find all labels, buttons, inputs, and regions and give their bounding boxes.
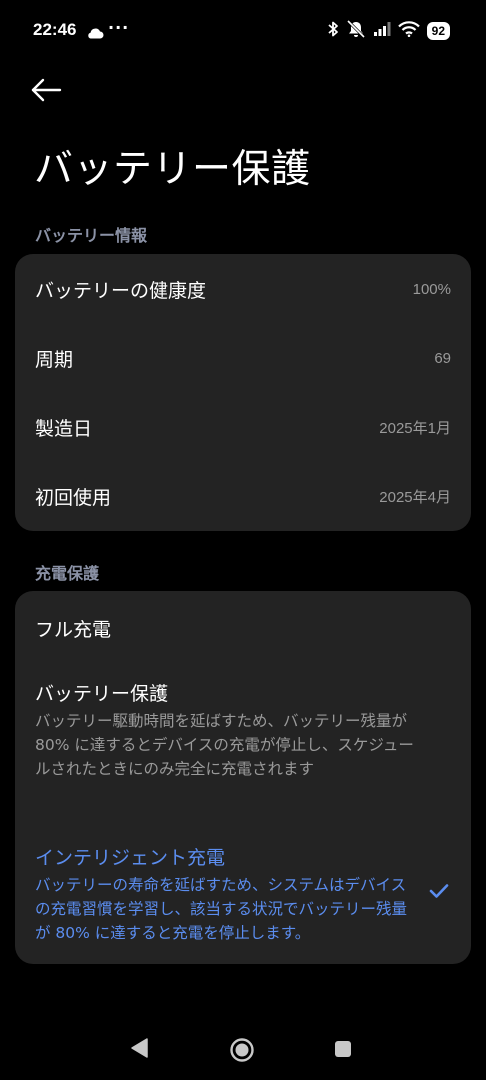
row-label: 初回使用 <box>35 487 112 509</box>
option-title: フル充電 <box>35 619 112 641</box>
battery-level-badge: 92 <box>426 22 450 40</box>
nav-home-button[interactable] <box>229 1037 255 1067</box>
charge-protection-card: フル充電 バッテリー保護 バッテリー駆動時間を延ばすため、バッテリー残量が 80… <box>15 591 471 964</box>
nav-back-button[interactable] <box>128 1036 150 1064</box>
more-notifications-icon: ··· <box>108 18 130 37</box>
check-icon <box>429 883 449 903</box>
row-label: 周期 <box>35 349 74 371</box>
row-manufacture-date: 製造日 2025年1月 <box>35 393 451 462</box>
row-value: 2025年4月 <box>379 489 451 506</box>
navigation-bar <box>0 1020 486 1080</box>
option-description: バッテリーの寿命を延ばすため、システムはデバイスの充電習慣を学習し、該当する状況… <box>35 876 408 942</box>
status-icons: 92 <box>327 19 450 42</box>
battery-info-card: バッテリーの健康度 100% 周期 69 製造日 2025年1月 初回使用 20… <box>15 254 471 531</box>
row-label: 製造日 <box>35 418 93 440</box>
row-value: 69 <box>434 350 451 367</box>
status-bar: 22:46 ··· 92 <box>0 0 486 62</box>
option-title: インテリジェント充電 <box>35 847 226 869</box>
back-button[interactable] <box>30 74 70 110</box>
row-value: 2025年1月 <box>379 420 451 437</box>
row-first-use: 初回使用 2025年4月 <box>35 462 451 531</box>
muted-bell-icon <box>346 19 366 42</box>
section-label-battery-info: バッテリー情報 <box>35 226 148 245</box>
section-label-charge-protection: 充電保護 <box>35 564 100 583</box>
option-full-charge[interactable]: フル充電 <box>15 591 471 661</box>
status-time: 22:46 <box>33 20 77 39</box>
row-battery-health: バッテリーの健康度 100% <box>35 255 451 324</box>
cloud-icon <box>86 24 104 43</box>
row-label: バッテリーの健康度 <box>35 280 207 302</box>
option-description: バッテリー駆動時間を延ばすため、バッテリー残量が 80% に達するとデバイスの充… <box>35 712 414 778</box>
option-intelligent-charging[interactable]: インテリジェント充電 バッテリーの寿命を延ばすため、システムはデバイスの充電習慣… <box>15 827 471 952</box>
row-cycle-count: 周期 69 <box>35 324 451 393</box>
arrow-left-icon <box>30 78 62 106</box>
page-title: バッテリー保護 <box>34 147 311 192</box>
wifi-icon <box>397 21 420 41</box>
option-battery-protection[interactable]: バッテリー保護 バッテリー駆動時間を延ばすため、バッテリー残量が 80% に達す… <box>15 663 471 813</box>
signal-icon <box>373 21 391 41</box>
nav-recents-button[interactable] <box>333 1039 353 1063</box>
bluetooth-icon <box>327 20 339 42</box>
row-value: 100% <box>412 281 451 298</box>
option-title: バッテリー保護 <box>35 683 169 705</box>
